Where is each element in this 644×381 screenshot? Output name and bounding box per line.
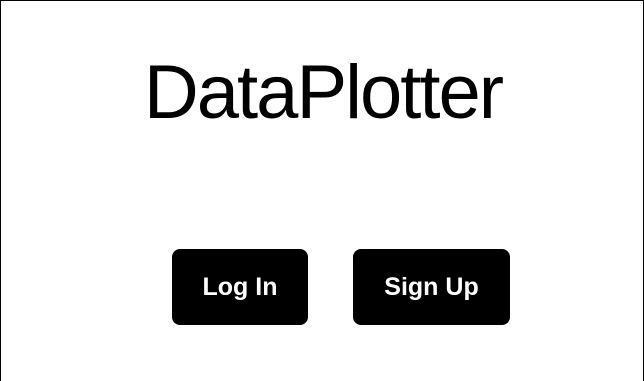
app-window: DataPlotter Log In Sign Up bbox=[0, 0, 644, 381]
signup-button[interactable]: Sign Up bbox=[353, 249, 510, 325]
signup-button-label: Sign Up bbox=[384, 272, 479, 301]
login-button-label: Log In bbox=[202, 272, 278, 301]
login-button[interactable]: Log In bbox=[172, 249, 308, 325]
app-title: DataPlotter bbox=[143, 50, 504, 135]
